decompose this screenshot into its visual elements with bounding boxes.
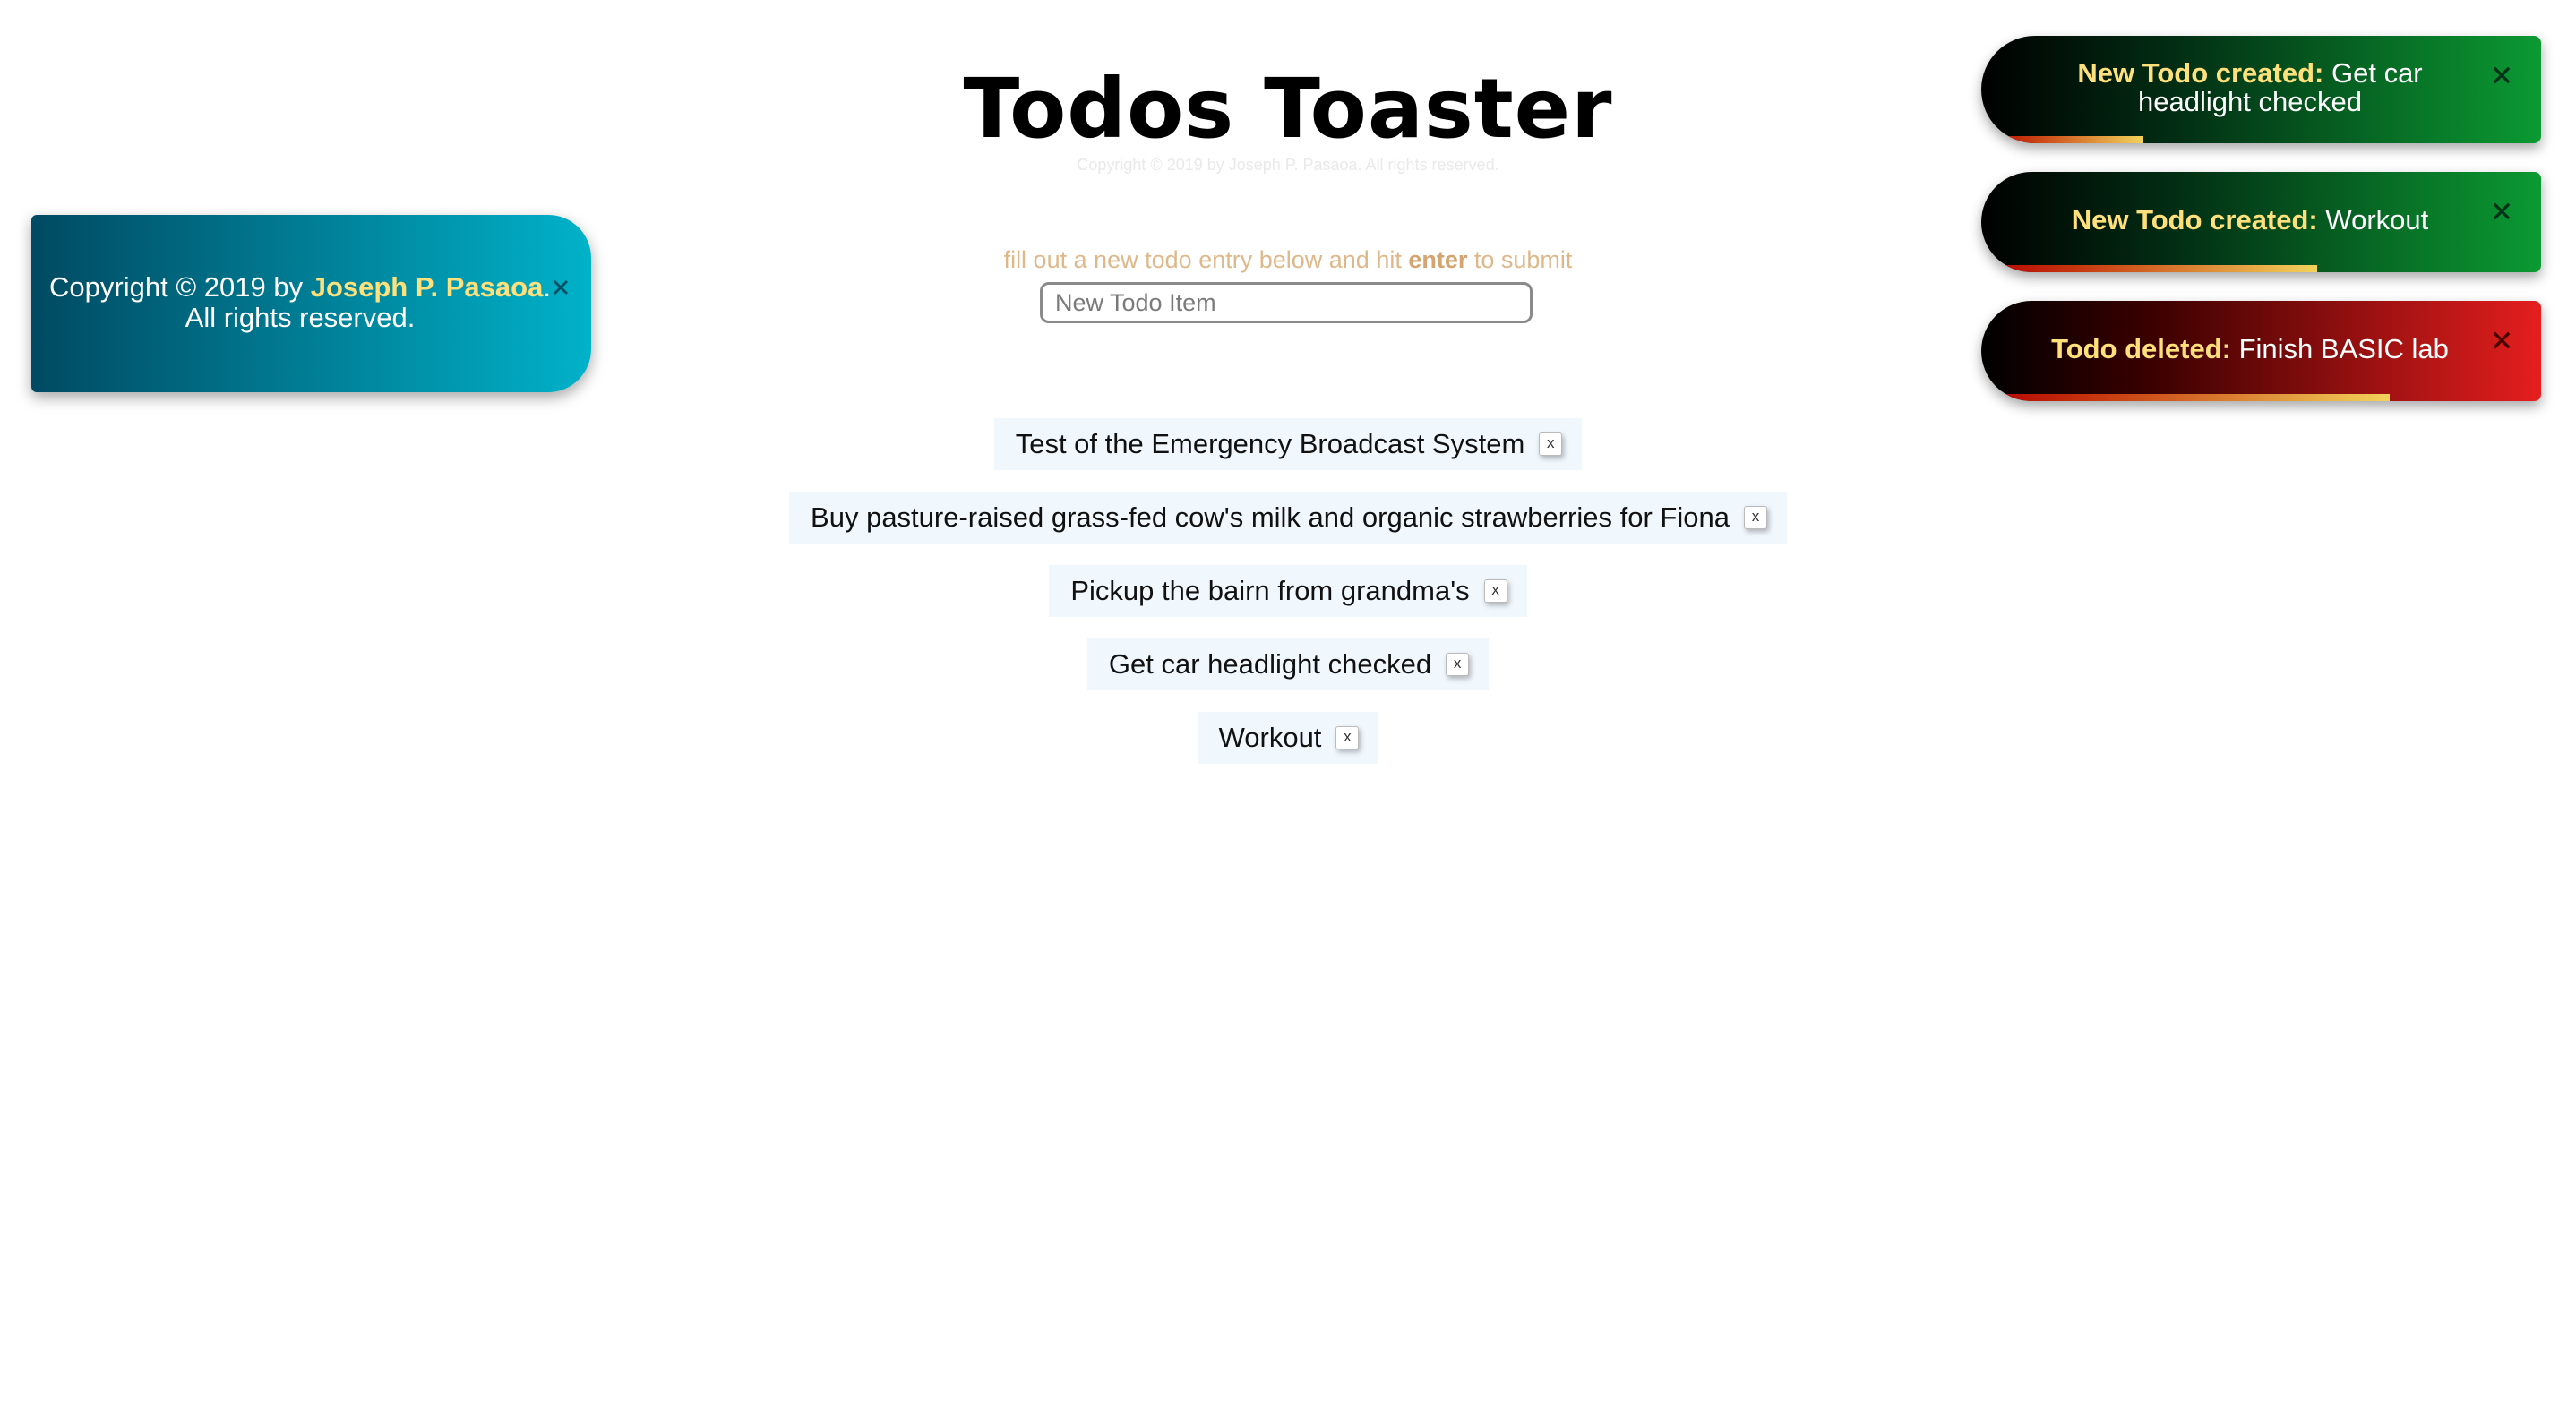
toast-message: Todo deleted: Finish BASIC lab	[2044, 335, 2456, 364]
close-x-icon[interactable]	[2489, 328, 2514, 353]
close-x-icon[interactable]	[2489, 199, 2514, 224]
todo-item: Test of the Emergency Broadcast System x	[993, 418, 1583, 470]
toast-progress-bar	[1981, 136, 2144, 143]
toast-created: New Todo created: Get car headlight chec…	[1981, 36, 2541, 143]
copyright-toast-body: Copyright © 2019 by Joseph P. Pasaoa. Al…	[31, 272, 569, 333]
todo-text: Get car headlight checked	[1108, 648, 1432, 680]
delete-todo-button[interactable]: x	[1335, 726, 1360, 749]
delete-todo-button[interactable]: x	[1743, 506, 1767, 529]
toast-lead: Todo deleted:	[2051, 333, 2231, 364]
copyright-toast: Copyright © 2019 by Joseph P. Pasaoa. Al…	[31, 215, 591, 392]
toast-message: New Todo created: Get car headlight chec…	[2044, 59, 2456, 116]
toast-lead: New Todo created:	[2077, 57, 2324, 89]
instruction-prefix: fill out a new todo entry below and hit	[1003, 246, 1409, 273]
copyright-line2: All rights reserved.	[185, 302, 416, 333]
todo-list: Test of the Emergency Broadcast System x…	[0, 418, 2576, 764]
toast-lead: New Todo created:	[2071, 204, 2318, 236]
instruction-key: enter	[1408, 246, 1468, 273]
author-link[interactable]: Joseph P. Pasaoa	[311, 271, 544, 303]
close-x-icon[interactable]	[2489, 63, 2514, 88]
copyright-prefix: Copyright © 2019 by	[49, 271, 311, 303]
todo-text: Workout	[1218, 722, 1322, 753]
instruction-suffix: to submit	[1467, 246, 1573, 273]
toast-progress	[1981, 136, 2541, 143]
new-todo-input[interactable]	[1040, 282, 1533, 323]
toast-text: Finish BASIC lab	[2230, 333, 2449, 364]
toast-progress-bar	[1981, 394, 2391, 401]
toast-deleted: Todo deleted: Finish BASIC lab	[1981, 301, 2541, 401]
toast-text: Workout	[2317, 204, 2429, 236]
delete-todo-button[interactable]: x	[1483, 579, 1507, 603]
todo-text: Buy pasture-raised grass-fed cow's milk …	[811, 501, 1730, 533]
close-x-icon[interactable]	[550, 277, 571, 298]
toast-message: New Todo created: Workout	[2044, 206, 2456, 235]
delete-todo-button[interactable]: x	[1539, 432, 1563, 456]
todo-item: Get car headlight checked x	[1086, 638, 1490, 690]
toast-progress-bar	[1981, 265, 2317, 272]
todo-item: Workout x	[1197, 712, 1379, 764]
app-page: Todos Toaster Copyright © 2019 by Joseph…	[0, 0, 2576, 1413]
todo-text: Pickup the bairn from grandma's	[1070, 575, 1470, 606]
todo-item: Pickup the bairn from grandma's x	[1049, 565, 1527, 617]
delete-todo-button[interactable]: x	[1446, 653, 1470, 676]
todo-text: Test of the Emergency Broadcast System	[1015, 428, 1525, 459]
toast-progress	[1981, 265, 2541, 272]
toast-progress	[1981, 394, 2541, 401]
toast-created: New Todo created: Workout	[1981, 172, 2541, 272]
todo-item: Buy pasture-raised grass-fed cow's milk …	[789, 492, 1787, 544]
